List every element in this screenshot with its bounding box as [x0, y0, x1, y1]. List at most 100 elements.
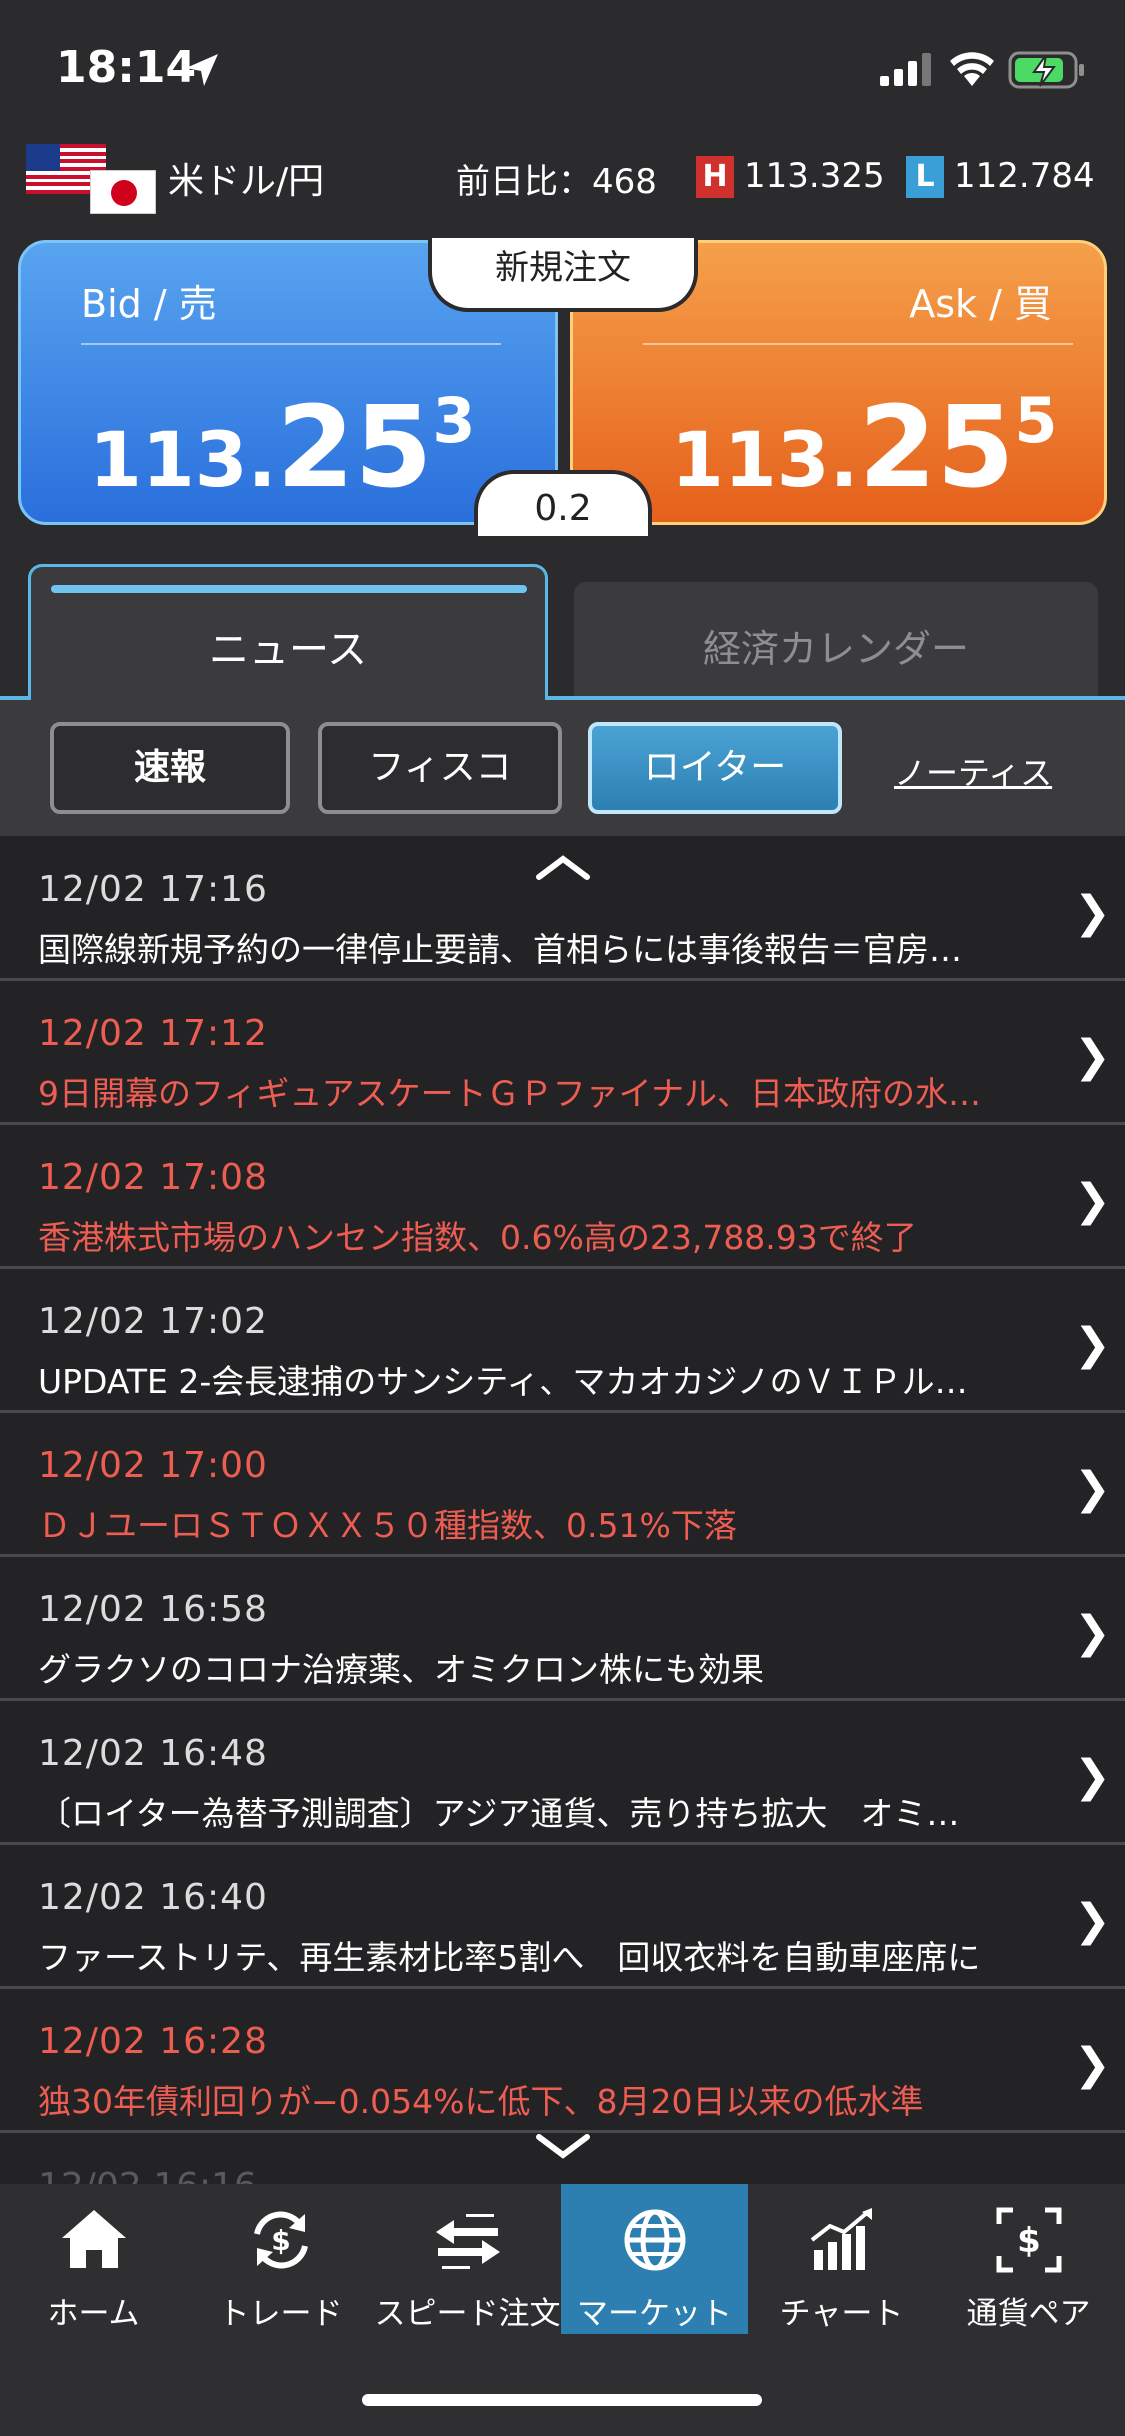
low-badge: L	[906, 156, 944, 198]
news-time: 12/02 16:58	[38, 1589, 268, 1630]
filter-fisco-button[interactable]: フィスコ	[318, 722, 562, 814]
nav-chart-label: チャート	[779, 2296, 904, 2332]
news-row[interactable]: 12/02 16:58 グラクソのコロナ治療薬、オミクロン株にも効果 ❯	[0, 1557, 1125, 1701]
news-time: 12/02 17:02	[38, 1301, 268, 1342]
nav-speed-order[interactable]: スピード注文	[374, 2184, 561, 2334]
currency-pair-icon: $	[996, 2207, 1062, 2273]
news-headline: ＤＪユーロＳＴＯＸＸ５０種指数、0.51%下落	[38, 1506, 737, 1545]
news-row[interactable]: 12/02 17:12 9日開幕のフィギュアスケートＧＰファイナル、日本政府の水……	[0, 981, 1125, 1125]
news-headline: 独30年債利回りが−0.054%に低下、8月20日以来の低水準	[38, 2082, 924, 2121]
nav-speed-order-label: スピード注文	[374, 2296, 561, 2332]
previous-day-change: 前日比：468	[456, 162, 657, 202]
globe-icon	[624, 2209, 686, 2271]
chevron-right-icon: ❯	[1074, 1751, 1111, 1802]
filter-reuters-button[interactable]: ロイター	[588, 722, 842, 814]
bid-price-pips: 25	[276, 383, 433, 513]
tab-news-label: ニュース	[209, 627, 367, 673]
news-headline: 香港株式市場のハンセン指数、0.6%高の23,788.93で終了	[38, 1218, 917, 1257]
news-row[interactable]: 12/02 17:08 香港株式市場のハンセン指数、0.6%高の23,788.93…	[0, 1125, 1125, 1269]
home-icon	[62, 2210, 126, 2268]
tab-calendar-label: 経済カレンダー	[702, 627, 969, 671]
wifi-icon	[950, 52, 994, 86]
news-time: 12/02 17:08	[38, 1157, 268, 1198]
currency-pair-header: 米ドル/円 前日比：468 H 113.325 L 112.784	[0, 130, 1125, 230]
ask-price-main: 113.	[671, 415, 859, 504]
ask-divider	[643, 343, 1073, 345]
news-row[interactable]: 12/02 17:16 国際線新規予約の一律停止要請、首相らには事後報告＝官房… ❯	[0, 837, 1125, 981]
low-value: 112.784	[954, 156, 1095, 196]
spread-badge: 0.2	[474, 470, 652, 536]
main-tabs: ニュース 経済カレンダー	[0, 560, 1125, 700]
chevron-right-icon: ❯	[1074, 1319, 1111, 1370]
news-row[interactable]: 12/02 16:48 〔ロイター為替予測調査〕アジア通貨、売り持ち拡大 オミ… ❯	[0, 1701, 1125, 1845]
news-headline: ファーストリテ、再生素材比率5割へ 回収衣料を自動車座席に	[38, 1938, 981, 1977]
chevron-right-icon: ❯	[1074, 1175, 1111, 1226]
nav-currency-pairs-label: 通貨ペア	[966, 2296, 1091, 2332]
news-headline: 9日開幕のフィギュアスケートＧＰファイナル、日本政府の水…	[38, 1074, 982, 1113]
news-headline: グラクソのコロナ治療薬、オミクロン株にも効果	[38, 1650, 764, 1689]
nav-home[interactable]: ホーム	[0, 2184, 187, 2334]
high-value: 113.325	[744, 156, 885, 196]
news-row[interactable]: 12/02 17:00 ＤＪユーロＳＴＯＸＸ５０種指数、0.51%下落 ❯	[0, 1413, 1125, 1557]
news-headline: 国際線新規予約の一律停止要請、首相らには事後報告＝官房…	[38, 930, 962, 969]
ask-price-fraction: 5	[1014, 384, 1058, 457]
news-list[interactable]: 12/02 17:16 国際線新規予約の一律停止要請、首相らには事後報告＝官房… ❯…	[0, 836, 1125, 2184]
svg-text:$: $	[271, 2224, 290, 2257]
nav-currency-pairs[interactable]: $ 通貨ペア	[935, 2184, 1122, 2334]
status-time: 18:14	[56, 42, 197, 93]
battery-charging-icon	[1008, 51, 1084, 89]
bid-divider	[81, 343, 501, 345]
news-headline: 〔ロイター為替予測調査〕アジア通貨、売り持ち拡大 オミ…	[38, 1794, 960, 1833]
tab-active-indicator	[51, 585, 527, 593]
news-time: 12/02 17:16	[38, 869, 268, 910]
chevron-right-icon: ❯	[1074, 2039, 1111, 2090]
tab-news[interactable]: ニュース	[28, 564, 548, 700]
location-arrow-icon	[186, 54, 218, 86]
chevron-right-icon: ❯	[1074, 1031, 1111, 1082]
nav-trade[interactable]: $ トレード	[187, 2184, 374, 2334]
chevron-right-icon: ❯	[1074, 887, 1111, 938]
news-headline: UPDATE 2-会長逮捕のサンシティ、マカオカジノのＶＩＰル…	[38, 1362, 968, 1401]
news-time: 12/02 17:12	[38, 1013, 268, 1054]
high-badge: H	[696, 156, 734, 198]
chart-icon	[810, 2208, 872, 2270]
chevron-right-icon: ❯	[1074, 1463, 1111, 1514]
speed-arrows-icon	[436, 2214, 500, 2269]
chevron-right-icon: ❯	[1074, 1895, 1111, 1946]
screen: 18:14 米ドル/円 前日比：468 H 113.325 L 112.784 …	[0, 0, 1125, 2436]
news-source-filters: 速報 フィスコ ロイター ノーティス	[0, 700, 1125, 836]
new-order-button[interactable]: 新規注文	[428, 238, 698, 312]
news-time: 12/02 16:28	[38, 2021, 268, 2062]
cellular-signal-icon	[880, 53, 931, 86]
news-time: 12/02 17:00	[38, 1445, 268, 1486]
nav-trade-label: トレード	[218, 2296, 343, 2332]
home-indicator[interactable]	[362, 2394, 762, 2406]
filter-flash-button[interactable]: 速報	[50, 722, 290, 814]
news-row[interactable]: 12/02 16:28 独30年債利回りが−0.054%に低下、8月20日以来の低…	[0, 1989, 1125, 2133]
chevron-right-icon: ❯	[1074, 1607, 1111, 1658]
news-time: 12/02 16:40	[38, 1877, 268, 1918]
nav-market-label: マーケット	[577, 2296, 732, 2332]
ask-price-pips: 25	[858, 383, 1015, 513]
nav-home-label: ホーム	[47, 2296, 140, 2332]
bid-label: Bid / 売	[81, 282, 217, 326]
japan-flag-icon	[90, 170, 156, 214]
pair-name[interactable]: 米ドル/円	[168, 152, 324, 204]
news-time: 12/02 16:48	[38, 1733, 268, 1774]
news-row[interactable]: 12/02 16:40 ファーストリテ、再生素材比率5割へ 回収衣料を自動車座席に…	[0, 1845, 1125, 1989]
news-time-partial: 12/02 16:16	[38, 2166, 257, 2184]
status-bar: 18:14	[0, 0, 1125, 130]
notice-link[interactable]: ノーティス	[894, 748, 1052, 794]
nav-chart[interactable]: チャート	[748, 2184, 935, 2334]
ask-price: 113.255	[671, 383, 1058, 513]
ask-label: Ask / 買	[909, 282, 1052, 326]
news-row[interactable]: 12/02 17:02 UPDATE 2-会長逮捕のサンシティ、マカオカジノのＶＩ…	[0, 1269, 1125, 1413]
nav-market[interactable]: マーケット	[561, 2184, 748, 2334]
tab-economic-calendar[interactable]: 経済カレンダー	[574, 582, 1098, 700]
bid-price: 113.253	[89, 383, 476, 513]
svg-text:$: $	[1017, 2221, 1041, 2261]
bid-price-fraction: 3	[432, 384, 476, 457]
bid-price-main: 113.	[89, 415, 277, 504]
scroll-down-chevron-icon[interactable]	[536, 2134, 590, 2160]
trade-cycle-icon: $	[254, 2211, 308, 2269]
